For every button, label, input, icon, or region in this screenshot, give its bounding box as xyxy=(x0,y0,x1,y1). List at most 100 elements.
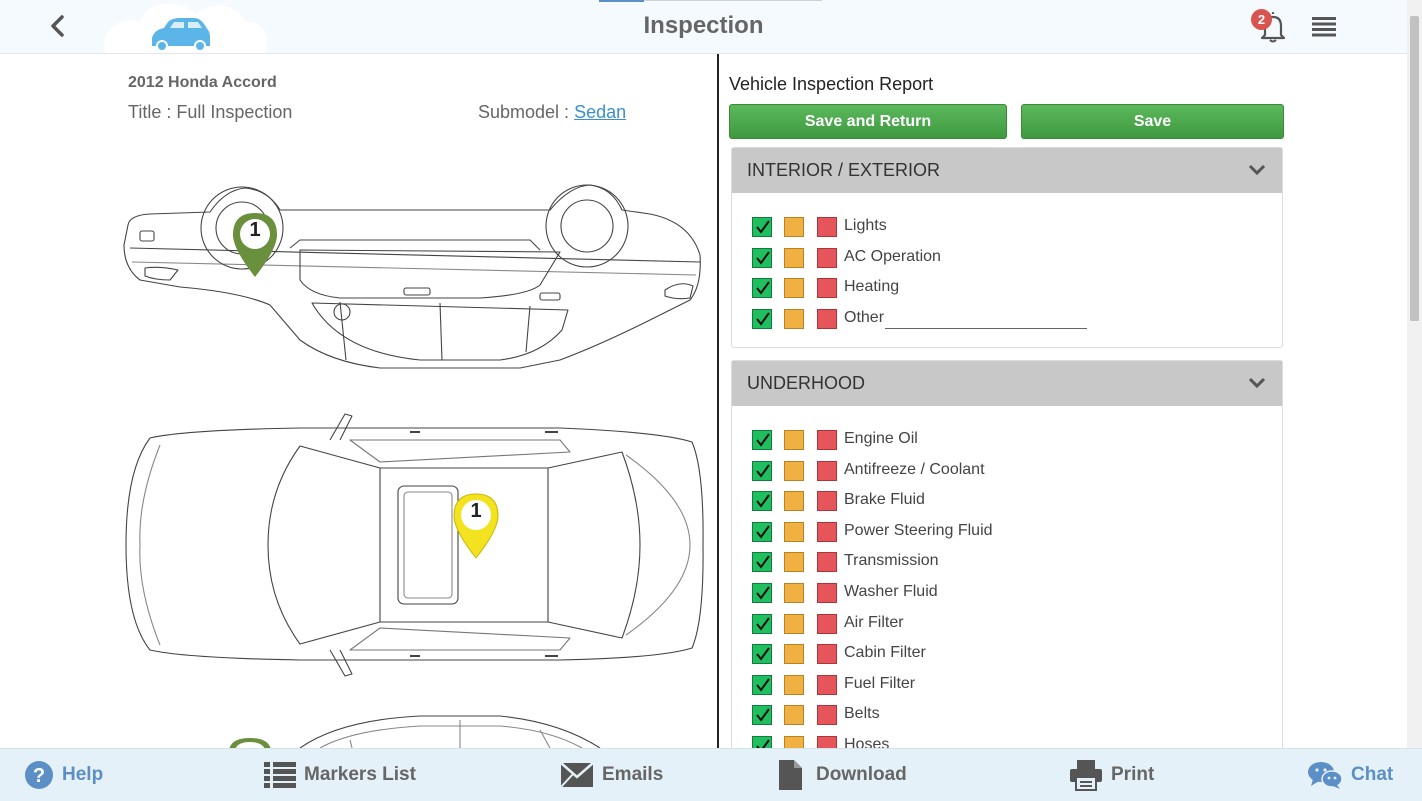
vertical-scrollbar[interactable] xyxy=(1407,0,1422,748)
status-attention-checkbox[interactable] xyxy=(784,583,804,603)
status-good-checkbox[interactable] xyxy=(752,705,772,726)
status-attention-checkbox[interactable] xyxy=(784,521,804,542)
item-label-fuel-filter: Fuel Filter xyxy=(844,674,916,692)
hamburger-menu-icon[interactable] xyxy=(1311,15,1337,39)
status-good-checkbox[interactable] xyxy=(752,644,772,665)
status-good-checkbox[interactable] xyxy=(752,613,772,634)
help-icon: ? xyxy=(25,761,53,789)
document-icon xyxy=(779,760,802,790)
status-good-checkbox[interactable] xyxy=(752,674,772,695)
download-button[interactable]: Download xyxy=(778,749,907,801)
status-urgent-checkbox[interactable] xyxy=(817,430,837,450)
chat-label: Chat xyxy=(1351,764,1394,785)
status-urgent-checkbox[interactable] xyxy=(817,521,837,542)
item-label-ac-operation: AC Operation xyxy=(844,247,941,265)
status-urgent-checkbox[interactable] xyxy=(817,583,837,603)
damage-marker-1-green[interactable]: 1 xyxy=(231,211,279,279)
scrollbar-thumb[interactable] xyxy=(1410,16,1419,321)
status-urgent-checkbox[interactable] xyxy=(817,278,837,299)
status-good-checkbox[interactable] xyxy=(752,460,772,481)
item-label-air-filter: Air Filter xyxy=(844,613,904,631)
check-mark-icon xyxy=(756,678,770,692)
status-attention-checkbox[interactable] xyxy=(784,217,804,237)
item-label-brake-fluid: Brake Fluid xyxy=(844,491,925,509)
car-damage-diagram[interactable] xyxy=(0,54,717,748)
section-header[interactable]: UNDERHOOD xyxy=(732,361,1282,406)
status-attention-checkbox[interactable] xyxy=(784,278,804,299)
marker-number: 1 xyxy=(249,219,261,241)
emails-label: Emails xyxy=(602,764,664,785)
inspection-report-panel: Vehicle Inspection Report Save and Retur… xyxy=(719,54,1407,748)
bottom-toolbar: ? Help Markers List Emails Download Prin… xyxy=(0,748,1422,801)
status-urgent-checkbox[interactable] xyxy=(817,736,837,748)
download-label: Download xyxy=(816,764,907,785)
status-attention-checkbox[interactable] xyxy=(784,613,804,634)
status-urgent-checkbox[interactable] xyxy=(817,491,837,512)
check-mark-icon xyxy=(756,586,770,600)
svg-text:?: ? xyxy=(33,765,45,787)
status-good-checkbox[interactable] xyxy=(752,278,772,299)
check-mark-icon xyxy=(756,647,770,661)
emails-button[interactable]: Emails xyxy=(560,749,663,801)
status-attention-checkbox[interactable] xyxy=(784,552,804,573)
status-attention-checkbox[interactable] xyxy=(784,644,804,665)
status-urgent-checkbox[interactable] xyxy=(817,247,837,268)
status-good-checkbox[interactable] xyxy=(752,247,772,268)
save-and-return-button[interactable]: Save and Return xyxy=(729,104,1007,139)
print-button[interactable]: Print xyxy=(1069,749,1154,801)
section-underhood: UNDERHOOD Engine Oil Antifreeze / Coolant… xyxy=(731,360,1283,748)
status-attention-checkbox[interactable] xyxy=(784,460,804,481)
help-label: Help xyxy=(62,764,104,785)
status-urgent-checkbox[interactable] xyxy=(817,613,837,634)
status-attention-checkbox[interactable] xyxy=(784,308,804,329)
vehicle-diagram-panel: 2012 Honda Accord Title : Full Inspectio… xyxy=(0,54,717,748)
status-urgent-checkbox[interactable] xyxy=(817,705,837,726)
status-attention-checkbox[interactable] xyxy=(784,247,804,268)
check-mark-icon xyxy=(756,220,770,234)
status-urgent-checkbox[interactable] xyxy=(817,644,837,665)
envelope-icon xyxy=(560,762,594,788)
status-urgent-checkbox[interactable] xyxy=(817,460,837,481)
item-label-other: Other xyxy=(844,308,885,326)
status-good-checkbox[interactable] xyxy=(752,521,772,542)
status-good-checkbox[interactable] xyxy=(752,491,772,512)
section-header[interactable]: INTERIOR / EXTERIOR xyxy=(732,148,1282,193)
status-good-checkbox[interactable] xyxy=(752,552,772,573)
print-label: Print xyxy=(1111,764,1155,785)
partial-marker-icon[interactable] xyxy=(227,738,273,748)
status-urgent-checkbox[interactable] xyxy=(817,674,837,695)
status-attention-checkbox[interactable] xyxy=(784,491,804,512)
status-urgent-checkbox[interactable] xyxy=(817,552,837,573)
check-mark-icon xyxy=(756,312,770,326)
check-mark-icon xyxy=(756,464,770,478)
status-attention-checkbox[interactable] xyxy=(784,674,804,695)
section-interior-exterior: INTERIOR / EXTERIOR Lights AC Operation He… xyxy=(731,147,1283,348)
status-urgent-checkbox[interactable] xyxy=(817,308,837,329)
status-good-checkbox[interactable] xyxy=(752,583,772,603)
check-mark-icon xyxy=(756,281,770,295)
status-good-checkbox[interactable] xyxy=(752,736,772,748)
help-button[interactable]: ? Help xyxy=(24,749,103,801)
other-input-line[interactable] xyxy=(885,327,1087,329)
printer-icon xyxy=(1070,760,1102,791)
status-urgent-checkbox[interactable] xyxy=(817,217,837,237)
check-mark-icon xyxy=(756,739,770,748)
item-label-cabin-filter: Cabin Filter xyxy=(844,644,926,662)
report-title: Vehicle Inspection Report xyxy=(729,74,934,94)
status-attention-checkbox[interactable] xyxy=(784,705,804,726)
status-good-checkbox[interactable] xyxy=(752,308,772,329)
chevron-down-icon[interactable] xyxy=(1248,376,1266,390)
check-mark-icon xyxy=(756,525,770,539)
status-good-checkbox[interactable] xyxy=(752,430,772,450)
markers-list-button[interactable]: Markers List xyxy=(264,749,416,801)
section-title: UNDERHOOD xyxy=(747,373,866,393)
section-title: INTERIOR / EXTERIOR xyxy=(747,160,941,180)
status-attention-checkbox[interactable] xyxy=(784,430,804,450)
status-attention-checkbox[interactable] xyxy=(784,736,804,748)
damage-marker-1-yellow[interactable]: 1 xyxy=(452,492,500,560)
status-good-checkbox[interactable] xyxy=(752,217,772,237)
save-button[interactable]: Save xyxy=(1021,104,1284,139)
chat-button[interactable]: Chat xyxy=(1307,749,1393,801)
item-label-engine-oil: Engine Oil xyxy=(844,430,918,447)
chevron-down-icon[interactable] xyxy=(1248,163,1266,177)
